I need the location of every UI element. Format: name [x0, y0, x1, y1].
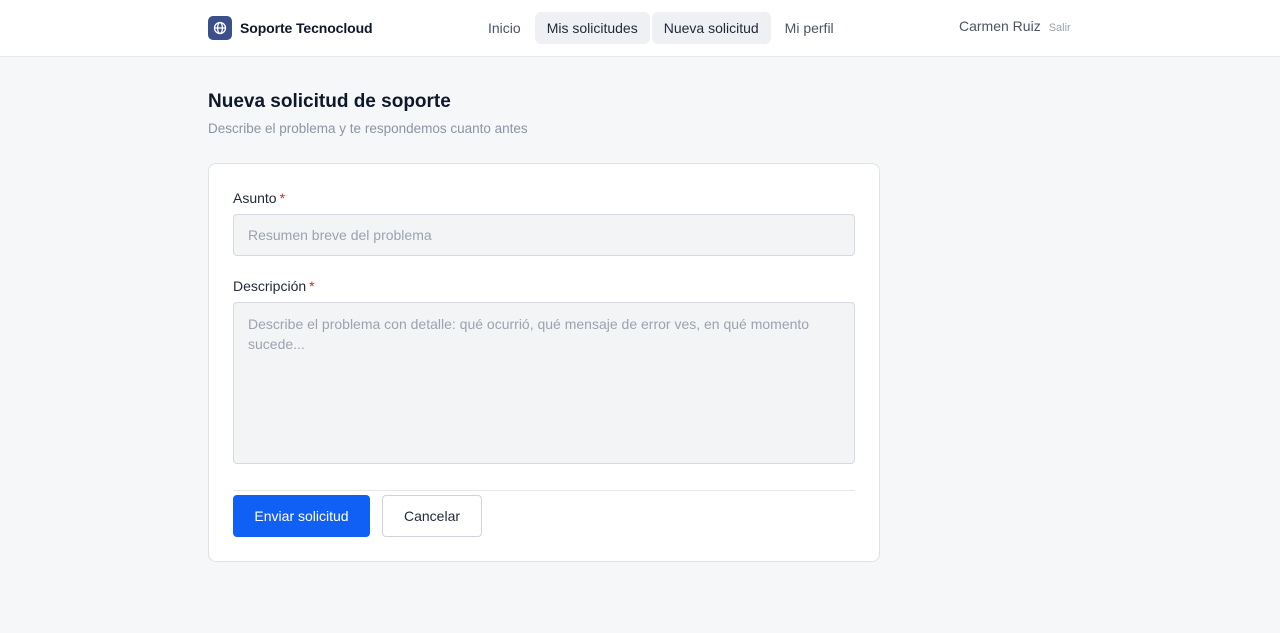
subject-label-text: Asunto	[233, 190, 277, 206]
submit-button[interactable]: Enviar solicitud	[233, 495, 370, 537]
page-title: Nueva solicitud de soporte	[208, 91, 451, 112]
nav-item-nueva-solicitud[interactable]: Nueva solicitud	[651, 12, 771, 44]
description-label: Descripción *	[233, 278, 315, 294]
support-request-form: Asunto* Descripción* Enviar solicitud Ca…	[208, 163, 880, 562]
cancel-button[interactable]: Cancelar	[382, 495, 482, 537]
required-mark: *	[279, 190, 286, 206]
page-subtitle: Describe el problema y te respondemos cu…	[208, 121, 528, 136]
description-textarea[interactable]	[233, 302, 855, 464]
main-nav: Inicio Mis solicitudes Nueva solicitud M…	[476, 12, 846, 44]
subject-input[interactable]	[233, 214, 855, 256]
description-label-text: Descripción	[233, 278, 307, 294]
user-name: Carmen Ruiz	[959, 18, 1041, 34]
globe-icon	[208, 16, 232, 40]
brand[interactable]: Soporte Tecnocloud	[208, 16, 373, 40]
nav-item-mi-perfil[interactable]: Mi perfil	[773, 12, 846, 44]
subject-label: Asunto *	[233, 190, 285, 206]
required-mark: *	[309, 278, 315, 294]
brand-name: Soporte Tecnocloud	[240, 20, 373, 36]
nav-item-mis-solicitudes[interactable]: Mis solicitudes	[534, 12, 650, 44]
form-divider	[233, 490, 855, 491]
user-area: Carmen Ruiz Salir	[959, 18, 1071, 34]
nav-item-inicio[interactable]: Inicio	[476, 12, 533, 44]
top-navbar: Soporte Tecnocloud Inicio Mis solicitude…	[0, 0, 1280, 57]
logout-link[interactable]: Salir	[1049, 22, 1071, 34]
